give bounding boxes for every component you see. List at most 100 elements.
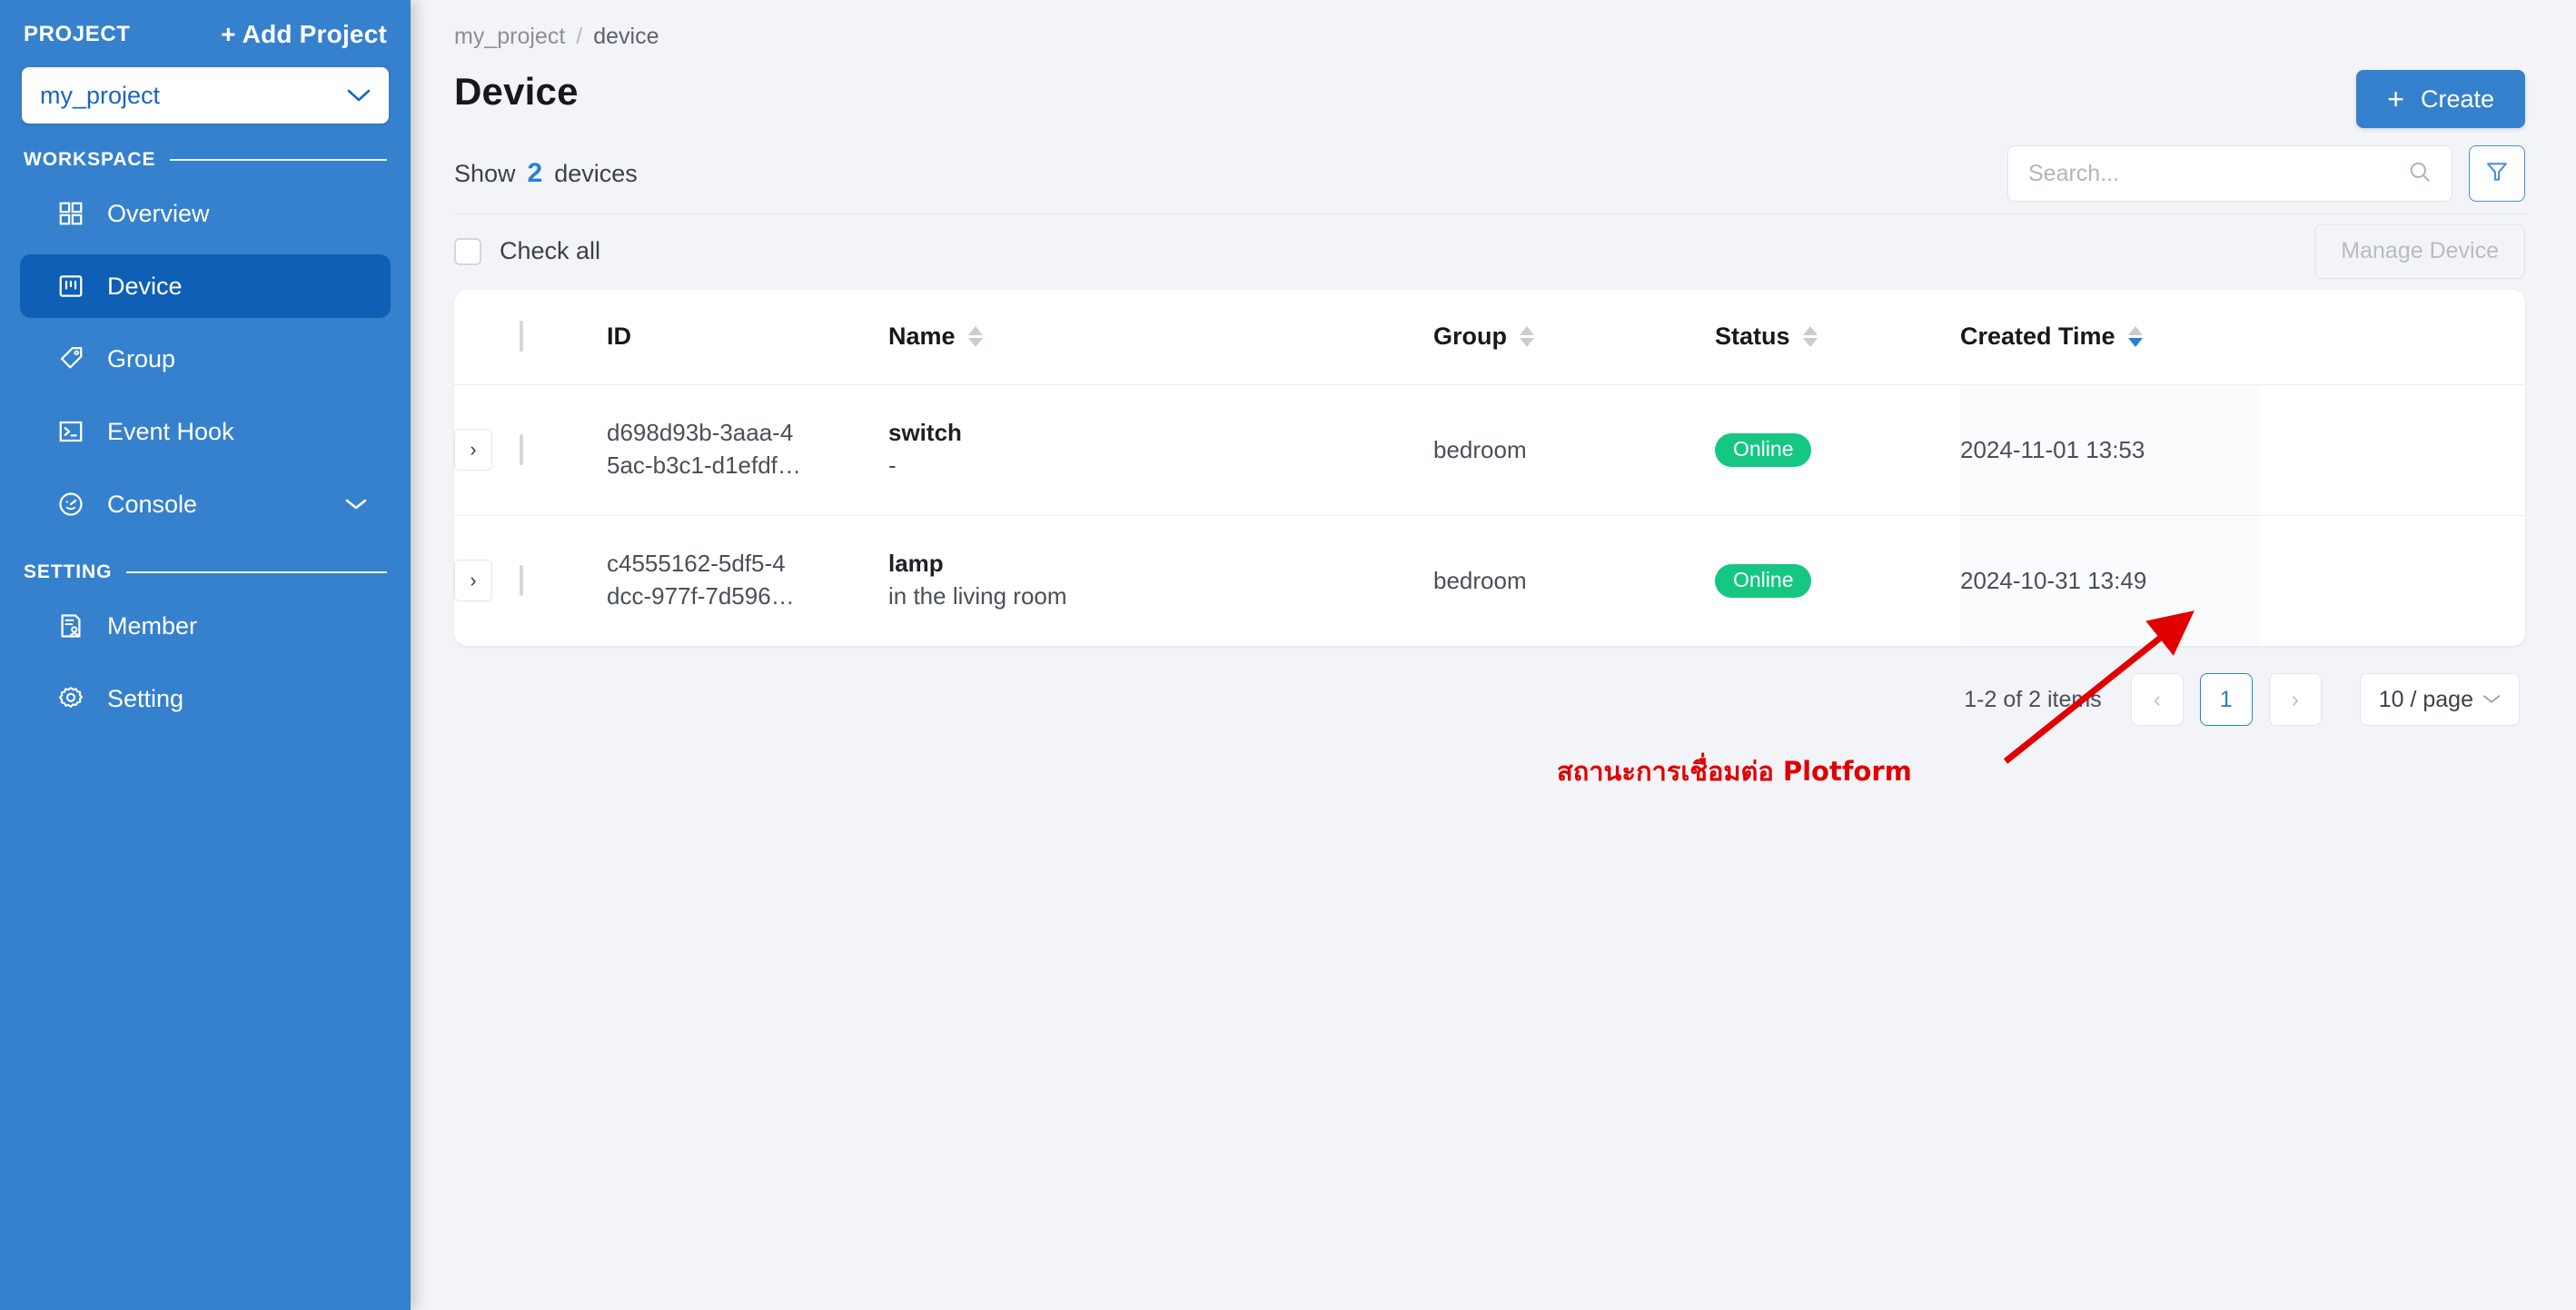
sort-icon-group[interactable] (1520, 326, 1534, 348)
cell-select (520, 384, 607, 515)
show-suffix: devices (554, 160, 638, 187)
add-project-button[interactable]: + Add Project (221, 20, 387, 49)
check-all-checkbox[interactable] (454, 237, 481, 265)
row-select-checkbox[interactable] (520, 564, 523, 596)
cell-spacer (2260, 515, 2525, 646)
check-all-control[interactable]: Check all (454, 237, 600, 265)
chevron-down-icon (345, 494, 367, 514)
create-button[interactable]: + Create (2356, 70, 2525, 128)
sidebar-item-setting[interactable]: Setting (20, 667, 391, 730)
th-name-label: Name (888, 323, 956, 351)
cell-group: bedroom (1433, 515, 1715, 646)
row-expand-button[interactable]: › (454, 429, 492, 471)
sidebar-item-label: Device (107, 272, 183, 300)
annotation-text: สถานะการเชื่อมต่อ Plotform (1557, 756, 1912, 787)
cell-group: bedroom (1433, 384, 1715, 515)
th-group-label: Group (1433, 323, 1507, 351)
workspace-nav: Overview Device Group Event Hook Console (20, 182, 391, 536)
cell-select (520, 515, 607, 646)
device-description: in the living room (888, 582, 1067, 610)
page-size-label: 10 / page (2378, 686, 2473, 712)
th-status[interactable]: Status (1715, 290, 1960, 384)
sidebar: PROJECT + Add Project my_project WORKSPA… (0, 0, 411, 1310)
sidebar-item-device[interactable]: Device (20, 254, 391, 318)
plus-icon: + (2387, 83, 2404, 115)
cell-status: Online (1715, 384, 1960, 515)
sidebar-item-member[interactable]: Member (20, 594, 391, 658)
sort-icon-name[interactable] (967, 326, 983, 348)
sidebar-item-label: Overview (107, 199, 210, 227)
filter-button[interactable] (2469, 145, 2525, 202)
setting-section-header: SETTING (20, 560, 391, 585)
th-spacer (2260, 290, 2525, 384)
sidebar-item-event-hook[interactable]: Event Hook (20, 400, 391, 463)
manage-device-button[interactable]: Manage Device (2314, 223, 2525, 279)
page-header: Device + Create (454, 70, 2525, 128)
th-id-label: ID (607, 323, 631, 351)
chevron-down-icon (347, 84, 371, 107)
cell-status: Online (1715, 515, 1960, 646)
device-id-line2: 5ac-b3c1-d1efdf… (607, 452, 801, 479)
page-size-select[interactable]: 10 / page (2359, 673, 2520, 726)
selection-row: Check all Manage Device (454, 213, 2525, 279)
th-created-time[interactable]: Created Time (1960, 290, 2260, 384)
search-icon (2408, 160, 2432, 188)
tag-icon (56, 344, 85, 373)
cell-created-time: 2024-11-01 13:53 (1960, 384, 2260, 515)
header-select-checkbox[interactable] (520, 321, 523, 352)
show-count: 2 (527, 158, 543, 188)
device-id-line1: d698d93b-3aaa-4 (607, 419, 794, 447)
device-count-text: Show 2 devices (454, 158, 638, 189)
sort-icon-status[interactable] (1802, 326, 1818, 348)
pagination-page-1[interactable]: 1 (2199, 673, 2253, 726)
breadcrumb-current: device (593, 24, 659, 49)
th-group[interactable]: Group (1433, 290, 1715, 384)
setting-label: SETTING (24, 561, 113, 582)
th-name[interactable]: Name (888, 290, 1433, 384)
gauge-icon (56, 490, 85, 519)
project-select[interactable]: my_project (22, 67, 389, 124)
pagination-next-button[interactable]: › (2268, 673, 2322, 726)
sort-icon-created-time[interactable] (2127, 326, 2143, 348)
cell-expander: › (454, 384, 520, 515)
search-box[interactable] (2007, 145, 2452, 202)
cell-spacer (2260, 384, 2525, 515)
sidebar-item-group[interactable]: Group (20, 327, 391, 391)
sidebar-item-console[interactable]: Console (20, 472, 391, 536)
show-prefix: Show (454, 160, 516, 187)
row-select-checkbox[interactable] (520, 433, 523, 465)
sidebar-item-label: Member (107, 611, 198, 640)
section-divider (126, 571, 387, 573)
cell-name: switch - (888, 384, 1433, 515)
row-expand-button[interactable]: › (454, 560, 492, 602)
breadcrumb-root[interactable]: my_project (454, 24, 565, 50)
cell-id: c4555162-5df5-4 dcc-977f-7d596… (607, 515, 888, 646)
pagination-prev-button[interactable]: ‹ (2130, 673, 2184, 726)
cell-created-time: 2024-10-31 13:49 (1960, 515, 2260, 646)
th-status-label: Status (1715, 323, 1790, 351)
grid-icon (56, 199, 85, 228)
status-badge: Online (1715, 563, 1812, 598)
cell-name: lamp in the living room (888, 515, 1433, 646)
device-description: - (888, 452, 897, 479)
table-row: › c4555162-5df5-4 dcc-977f-7d596… lamp i… (454, 515, 2525, 646)
member-icon (56, 611, 85, 640)
device-created-time: 2024-10-31 13:49 (1960, 566, 2147, 594)
sidebar-item-label: Setting (107, 684, 184, 712)
table-head: ID Name Group Status Created Time (454, 290, 2525, 384)
device-id-line2: dcc-977f-7d596… (607, 582, 795, 610)
sidebar-item-overview[interactable]: Overview (20, 182, 391, 245)
device-table: ID Name Group Status Created Time › d698… (454, 290, 2525, 646)
toolbar-row: Show 2 devices (454, 144, 2525, 203)
table-row: › d698d93b-3aaa-4 5ac-b3c1-d1efdf… switc… (454, 384, 2525, 515)
sidebar-item-label: Console (107, 490, 198, 518)
table-body: › d698d93b-3aaa-4 5ac-b3c1-d1efdf… switc… (454, 384, 2525, 646)
device-group: bedroom (1433, 566, 1527, 594)
project-select-value: my_project (40, 81, 161, 109)
setting-nav: Member Setting (20, 594, 391, 730)
workspace-label: WORKSPACE (24, 149, 156, 170)
sidebar-project-header: PROJECT + Add Project (20, 0, 391, 49)
search-input[interactable] (2028, 160, 2399, 187)
device-icon (56, 272, 85, 301)
device-table-card: ID Name Group Status Created Time › d698… (454, 290, 2525, 646)
